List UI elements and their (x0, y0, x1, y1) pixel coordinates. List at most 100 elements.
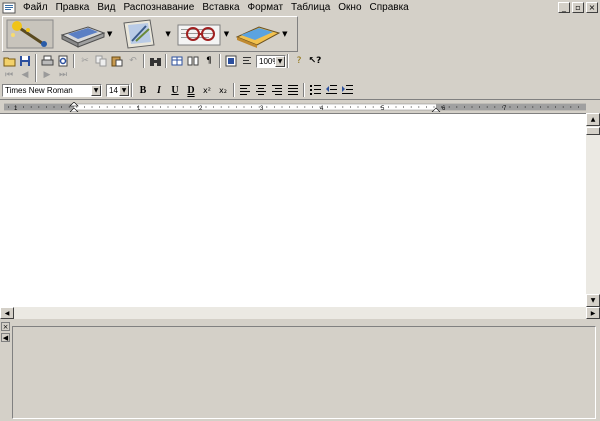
font-size-dropdown-icon[interactable]: ▼ (119, 84, 129, 96)
increase-indent-icon[interactable] (340, 83, 354, 97)
send-button[interactable]: ▼ (233, 18, 288, 50)
glasses-icon (177, 24, 221, 46)
previous-page-icon[interactable]: ◀ (18, 68, 32, 82)
ruler-tick (205, 106, 207, 108)
horizontal-ruler[interactable]: 1 1 2 3 4 5 6 7 (4, 102, 586, 112)
open-image-button[interactable]: ▼ (116, 18, 171, 50)
align-left-icon[interactable] (238, 83, 252, 97)
app-icon[interactable] (2, 1, 16, 15)
ruler-tick (304, 106, 306, 108)
justify-icon[interactable] (286, 83, 300, 97)
subscript-button[interactable]: x₂ (216, 83, 230, 97)
ruler-tick (365, 106, 366, 108)
print-preview-icon[interactable] (56, 54, 70, 68)
scan-button[interactable]: ▼ (58, 18, 112, 50)
wizard-button[interactable] (6, 18, 54, 50)
ruler-tick (122, 106, 123, 108)
vertical-scrollbar[interactable]: ▲ ▼ (586, 113, 600, 307)
ruler-tick (289, 106, 290, 108)
toolbar-separator (35, 54, 37, 68)
ruler-tick (524, 106, 526, 108)
pane-close-icon[interactable]: × (1, 322, 10, 331)
menu-edit[interactable]: Правка (52, 0, 94, 16)
italic-button[interactable]: I (152, 83, 166, 97)
recognize-dropdown-icon[interactable]: ▼ (224, 30, 229, 38)
table-icon[interactable] (170, 54, 184, 68)
ruler-tick (464, 106, 465, 108)
find-binoculars-icon[interactable] (148, 54, 162, 68)
save-icon[interactable] (18, 54, 32, 68)
navigation-toolbar: ⏮ ◀ ▶ ⏭ (2, 67, 72, 83)
formatting-toolbar: Times New Roman ▼ 14 ▼ B I U D x² x₂ (2, 82, 356, 98)
columns-icon[interactable] (186, 54, 200, 68)
ruler-tick (372, 106, 374, 108)
double-underline-button[interactable]: D (184, 83, 198, 97)
ruler-tick (494, 106, 496, 108)
scroll-down-icon[interactable]: ▼ (586, 294, 600, 307)
superscript-button[interactable]: x² (200, 83, 214, 97)
ruler-tick (99, 106, 100, 108)
recognize-button[interactable]: ▼ (175, 18, 229, 50)
ruler-tick (350, 106, 351, 108)
undo-icon[interactable]: ↶ (126, 54, 140, 68)
frame-icon[interactable] (224, 54, 238, 68)
last-page-icon[interactable]: ⏭ (56, 68, 70, 82)
next-page-icon[interactable]: ▶ (40, 68, 54, 82)
align-right-icon[interactable] (270, 83, 284, 97)
menu-view[interactable]: Вид (93, 0, 119, 16)
scroll-right-icon[interactable]: ▶ (586, 307, 600, 319)
bullet-list-icon[interactable] (308, 83, 322, 97)
zoom-select[interactable]: 100% ▼ (256, 54, 286, 68)
open-folder-icon[interactable] (2, 54, 16, 68)
image-pane: × ◀ (0, 320, 600, 421)
bold-button[interactable]: B (136, 83, 150, 97)
scan-dropdown-icon[interactable]: ▼ (107, 30, 112, 38)
ruler-tick (8, 106, 9, 108)
scroll-up-icon[interactable]: ▲ (586, 113, 600, 126)
menu-window[interactable]: Окно (334, 0, 365, 16)
decrease-indent-icon[interactable] (324, 83, 338, 97)
font-name-select[interactable]: Times New Roman ▼ (2, 83, 102, 97)
menu-recognition[interactable]: Распознавание (119, 0, 198, 16)
cut-icon[interactable]: ✂ (78, 54, 92, 68)
horizontal-scrollbar[interactable]: ◀ ▶ (0, 307, 600, 319)
zoom-dropdown-icon[interactable]: ▼ (275, 55, 285, 67)
font-size-select[interactable]: 14 ▼ (106, 83, 130, 97)
document-area[interactable] (0, 113, 600, 307)
paste-icon[interactable] (110, 54, 124, 68)
help-icon[interactable]: ? (292, 54, 306, 68)
first-page-icon[interactable]: ⏮ (2, 68, 16, 82)
open-dropdown-icon[interactable]: ▼ (165, 30, 170, 38)
text-lines-icon[interactable] (240, 54, 254, 68)
restore-button[interactable]: ▫ (572, 2, 584, 13)
magic-wand-icon (6, 19, 54, 49)
copy-icon[interactable] (94, 54, 108, 68)
menu-insert[interactable]: Вставка (198, 0, 243, 16)
context-help-icon[interactable]: ↖? (308, 54, 322, 68)
pane-collapse-icon[interactable]: ◀ (1, 333, 10, 342)
menu-help[interactable]: Справка (366, 0, 413, 16)
underline-button[interactable]: U (168, 83, 182, 97)
toolbar-separator (303, 83, 305, 97)
menu-table[interactable]: Таблица (287, 0, 334, 16)
scroll-left-icon[interactable]: ◀ (0, 307, 14, 319)
ruler-tick (517, 106, 518, 108)
align-center-icon[interactable] (254, 83, 268, 97)
close-button[interactable]: × (586, 2, 598, 13)
scanner-icon (60, 26, 106, 48)
ruler-tick (190, 106, 192, 108)
preview-area[interactable] (12, 326, 596, 419)
minimize-button[interactable]: _ (558, 2, 570, 13)
send-dropdown-icon[interactable]: ▼ (282, 30, 287, 38)
font-size-value: 14 (109, 85, 118, 95)
ruler-tick (547, 106, 549, 108)
toolbar-separator (165, 54, 167, 68)
menu-format[interactable]: Формат (244, 0, 288, 16)
image-file-icon (123, 19, 155, 49)
menu-file[interactable]: Файл (19, 0, 52, 16)
font-name-dropdown-icon[interactable]: ▼ (91, 84, 101, 96)
toolbar-separator (143, 54, 145, 68)
paragraph-marks-icon[interactable]: ¶ (202, 54, 216, 68)
scroll-thumb[interactable] (586, 127, 600, 135)
print-icon[interactable] (40, 54, 54, 68)
